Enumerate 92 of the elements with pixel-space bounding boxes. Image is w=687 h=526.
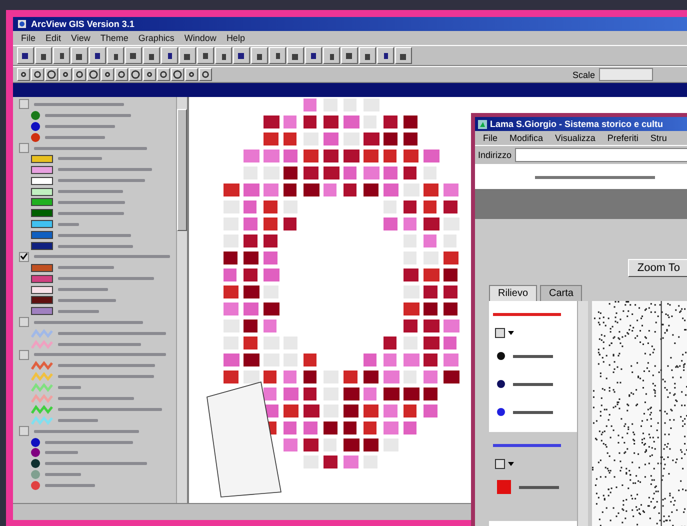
toolbar-button[interactable] — [185, 68, 198, 81]
tab[interactable]: Carta — [540, 285, 582, 301]
toolbar-button[interactable] — [199, 68, 212, 81]
toolbar-button[interactable] — [115, 68, 128, 81]
toolbar-button[interactable] — [59, 68, 72, 81]
toolbar-button[interactable] — [107, 47, 124, 64]
toolbar-button[interactable] — [395, 47, 412, 64]
toolbar-button[interactable] — [323, 47, 340, 64]
toolbar-button[interactable] — [377, 47, 394, 64]
illegible-text-line — [58, 298, 116, 302]
toolbar-button[interactable] — [35, 47, 52, 64]
toolbar-button[interactable] — [171, 68, 184, 81]
illegible-text-line — [58, 222, 79, 226]
checkbox[interactable] — [19, 317, 29, 328]
illegible-text-line — [493, 313, 561, 316]
illegible-text-line — [58, 418, 98, 422]
illegible-text-line — [493, 444, 561, 447]
tab[interactable]: Rilievo — [489, 285, 538, 301]
toolbar-button[interactable] — [287, 47, 304, 64]
illegible-text-line — [58, 266, 114, 270]
toolbar-button[interactable] — [89, 47, 106, 64]
illegible-text-line — [45, 484, 95, 488]
toolbar-button[interactable] — [17, 68, 30, 81]
illegible-text-line — [58, 212, 124, 215]
menu-item[interactable]: Edit — [46, 33, 62, 43]
address-label: Indirizzo — [478, 150, 512, 160]
toolbar-button[interactable] — [87, 68, 100, 81]
menu-item[interactable]: Visualizza — [555, 133, 596, 143]
illegible-text-line — [513, 410, 553, 414]
toolbar-button[interactable] — [197, 47, 214, 64]
menu-item[interactable]: View — [71, 33, 90, 43]
toolbar-button[interactable] — [143, 47, 160, 64]
checkbox[interactable] — [19, 99, 29, 110]
menu-item[interactable]: Window — [184, 33, 216, 43]
toolbar-button[interactable] — [215, 47, 232, 64]
scrollbar[interactable] — [176, 97, 187, 503]
toolbar-button[interactable] — [53, 47, 70, 64]
toolbar-button[interactable] — [45, 68, 58, 81]
scale-field[interactable] — [599, 68, 653, 81]
menu-item[interactable]: Stru — [650, 133, 667, 143]
illegible-text-line — [58, 157, 102, 160]
scrollbar[interactable] — [577, 301, 588, 526]
illegible-text-line — [45, 451, 78, 454]
browser-icon — [478, 120, 487, 128]
scale-label: Scale — [572, 70, 595, 80]
scroll-thumb[interactable] — [177, 109, 187, 231]
toolbar-button[interactable] — [233, 47, 250, 64]
toolbar-button[interactable] — [179, 47, 196, 64]
illegible-text-line — [45, 124, 115, 128]
app-icon — [17, 19, 27, 29]
toolbar-button[interactable] — [305, 47, 322, 64]
toolbar-button[interactable] — [101, 68, 114, 81]
menu-item[interactable]: Preferiti — [607, 133, 638, 143]
checkbox[interactable] — [19, 350, 29, 360]
illegible-text-line — [45, 136, 105, 139]
toolbar-button[interactable] — [341, 47, 358, 64]
menu-item[interactable]: Help — [226, 33, 245, 43]
illegible-text-line — [513, 354, 553, 358]
toolbar-button[interactable] — [251, 47, 268, 64]
toolbar-button[interactable] — [125, 47, 142, 64]
toolbar-button[interactable] — [269, 47, 286, 64]
illegible-text-line — [58, 386, 81, 390]
checkbox[interactable] — [19, 426, 29, 436]
zoom-to-button[interactable]: Zoom To — [628, 259, 687, 277]
menu-item[interactable]: Theme — [100, 33, 128, 43]
toolbar-button[interactable] — [161, 47, 178, 64]
illegible-text-line — [58, 200, 125, 204]
menu-item[interactable]: File — [21, 33, 36, 43]
toolbar-button[interactable] — [17, 47, 34, 64]
toolbar-button[interactable] — [73, 68, 86, 81]
window-title: Lama S.Giorgio - Sistema storico e cultu — [490, 119, 664, 129]
menu-item[interactable]: Modifica — [510, 133, 544, 143]
illegible-text-line — [45, 473, 81, 476]
checkbox[interactable] — [19, 252, 29, 262]
toolbar-button[interactable] — [71, 47, 88, 64]
toolbar-button[interactable] — [359, 47, 376, 64]
menu-item[interactable]: File — [483, 133, 498, 143]
toolbar-button[interactable] — [157, 68, 170, 81]
checkbox[interactable] — [19, 143, 29, 153]
toolbar-button[interactable] — [143, 68, 156, 81]
illegible-text-line — [58, 288, 108, 292]
toolbar-button[interactable] — [129, 68, 142, 81]
illegible-text-line — [58, 190, 123, 194]
toolbar-button[interactable] — [31, 68, 44, 81]
illegible-text-line — [513, 382, 553, 386]
menu-item[interactable]: Graphics — [138, 33, 174, 43]
dropdown-icon[interactable] — [495, 459, 517, 469]
address-field[interactable] — [514, 148, 687, 162]
illegible-text-line — [58, 310, 99, 313]
dropdown-icon[interactable] — [495, 328, 517, 338]
illegible-text-line — [519, 486, 559, 488]
window-title: ArcView GIS Version 3.1 — [31, 19, 134, 29]
